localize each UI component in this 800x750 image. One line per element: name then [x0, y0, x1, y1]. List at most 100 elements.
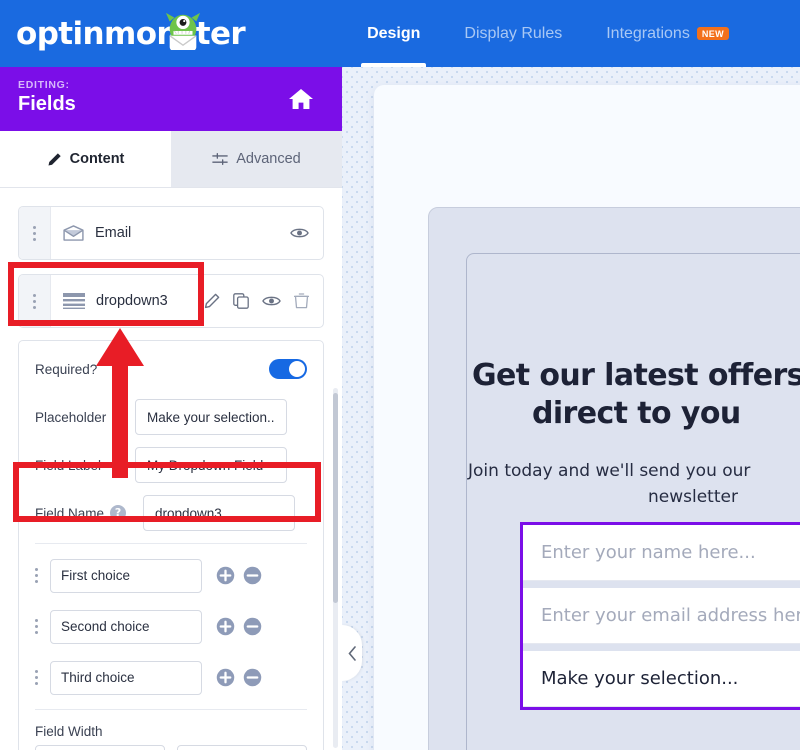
plus-circle-icon[interactable] — [216, 668, 235, 687]
preview-field-email-button[interactable] — [290, 226, 309, 240]
duplicate-field-dropdown3-button[interactable] — [233, 293, 249, 309]
placeholder-input[interactable] — [135, 399, 287, 435]
sidebar-scrollbar-thumb[interactable] — [333, 393, 338, 603]
field-row-email[interactable]: Email — [18, 206, 324, 260]
monster-mascot-icon — [165, 12, 201, 50]
nav-tab-integrations[interactable]: Integrations NEW — [584, 0, 751, 67]
home-icon[interactable] — [288, 87, 314, 111]
nav-tab-design-label: Design — [367, 24, 421, 42]
choice-row-1 — [19, 550, 323, 601]
optin-email-input-placeholder: Enter your email address here... — [541, 605, 800, 626]
plus-circle-icon[interactable] — [216, 617, 235, 636]
setting-field-label-label: Field Label — [35, 457, 102, 473]
setting-field-name-text: Field Name — [35, 505, 105, 521]
choices-divider — [35, 709, 307, 710]
minus-circle-icon[interactable] — [243, 668, 262, 687]
sidebar-collapse-handle[interactable] — [342, 625, 362, 681]
chevron-left-icon — [347, 645, 356, 661]
minus-circle-icon[interactable] — [243, 617, 262, 636]
preview-field-dropdown3-button[interactable] — [262, 294, 281, 308]
setting-field-name: Field Name ? — [19, 489, 323, 537]
choice-actions-2 — [216, 617, 262, 636]
field-name-input[interactable] — [143, 495, 295, 531]
envelope-icon — [63, 225, 84, 241]
dropdown-list-icon — [63, 293, 85, 309]
choice-row-2 — [19, 601, 323, 652]
optin-name-input-placeholder: Enter your name here... — [541, 542, 756, 563]
editing-header: EDITING: Fields — [0, 67, 342, 131]
sidebar-tabs: Content Advanced — [0, 131, 342, 188]
optin-subheadline[interactable]: Join today and we'll send you our newsle… — [468, 459, 800, 510]
setting-placeholder: Placeholder — [19, 393, 323, 441]
optin-sub-line1: Join today and we'll send you our — [468, 461, 751, 481]
toggle-knob — [289, 361, 305, 377]
optin-headline[interactable]: Get our latest offers direct to you — [472, 357, 800, 434]
choice-actions-1 — [216, 566, 262, 585]
minus-circle-icon[interactable] — [243, 566, 262, 585]
settings-divider — [35, 543, 307, 544]
choice-row-3 — [19, 652, 323, 703]
drag-dots-icon — [33, 293, 36, 309]
drag-handle-email[interactable] — [19, 207, 51, 259]
setting-field-name-label: Field Name ? — [35, 505, 143, 521]
fields-settings-panel: Email dropdown3 Required? Placeholder Ma… — [0, 188, 342, 750]
dropdown-field-settings: Required? Placeholder Field Label Field … — [18, 340, 324, 750]
nav-tab-design[interactable]: Design — [345, 0, 442, 67]
optin-sub-line2: newsletter — [648, 486, 738, 507]
pencil-icon — [48, 152, 61, 165]
main-nav: Design Display Rules Integrations NEW — [345, 0, 751, 67]
optinmonster-campaign-editor: optinmonster Design Display Rules Integr… — [0, 0, 800, 750]
editor-sidebar: EDITING: Fields Content Advanced Email d… — [0, 67, 342, 750]
required-toggle[interactable] — [269, 359, 307, 379]
drag-dots-icon — [33, 225, 36, 241]
optin-dropdown-select[interactable]: Make your selection... — [523, 651, 800, 707]
setting-field-label: Field Label — [19, 441, 323, 489]
field-label-input[interactable] — [135, 447, 287, 483]
optin-fields-block-selected[interactable]: Enter your name here... Enter your email… — [520, 522, 800, 710]
field-row-email-label: Email — [95, 225, 132, 241]
brand-logo-text: optinmonster — [16, 12, 246, 52]
optin-dropdown-select-value: Make your selection... — [541, 668, 739, 689]
campaign-preview-canvas[interactable]: Get our latest offers direct to you Join… — [342, 67, 800, 750]
sliders-icon — [212, 152, 229, 165]
drag-dots-icon[interactable] — [35, 670, 38, 685]
field-row-dropdown3-actions — [204, 293, 323, 309]
optin-email-input[interactable]: Enter your email address here... — [523, 588, 800, 644]
tab-content[interactable]: Content — [0, 131, 171, 187]
brand-logo-label: optinmonster — [16, 15, 246, 52]
edit-field-dropdown3-button[interactable] — [204, 293, 220, 309]
optin-headline-line1: Get our latest offers — [472, 358, 800, 393]
choice-actions-3 — [216, 668, 262, 687]
field-row-dropdown3-label: dropdown3 — [96, 293, 168, 309]
field-width-label: Field Width — [35, 724, 103, 739]
tab-advanced-label: Advanced — [236, 151, 301, 167]
tab-advanced[interactable]: Advanced — [171, 131, 342, 187]
tab-content-label: Content — [69, 151, 125, 167]
brand-logo[interactable]: optinmonster — [16, 12, 246, 52]
setting-placeholder-label: Placeholder — [35, 409, 107, 425]
delete-field-dropdown3-button[interactable] — [294, 293, 309, 309]
top-navigation-bar: optinmonster Design Display Rules Integr… — [0, 0, 800, 67]
drag-dots-icon[interactable] — [35, 568, 38, 583]
optin-name-input[interactable]: Enter your name here... — [523, 525, 800, 581]
setting-required: Required? — [19, 345, 323, 393]
field-width-options: 1/2 1/2 — [19, 745, 323, 750]
edit-field-email-button[interactable] — [261, 225, 277, 241]
drag-handle-dropdown3[interactable] — [19, 275, 51, 327]
field-width-option-2[interactable]: 1/2 — [177, 745, 307, 750]
choice-input-3[interactable] — [50, 660, 202, 695]
field-width-option-1[interactable]: 1/2 — [35, 745, 165, 750]
field-row-email-actions — [261, 225, 323, 241]
drag-dots-icon[interactable] — [35, 619, 38, 634]
nav-tab-display-rules[interactable]: Display Rules — [442, 0, 584, 67]
nav-tab-display-rules-label: Display Rules — [464, 24, 563, 42]
nav-tab-integrations-label: Integrations — [606, 24, 690, 42]
choice-input-2[interactable] — [50, 609, 202, 644]
setting-required-label: Required? — [35, 361, 98, 377]
new-badge: NEW — [696, 27, 730, 40]
optin-headline-line2: direct to you — [532, 396, 741, 432]
choice-input-1[interactable] — [50, 558, 202, 593]
question-mark-icon[interactable]: ? — [110, 505, 127, 521]
plus-circle-icon[interactable] — [216, 566, 235, 585]
field-row-dropdown3[interactable]: dropdown3 — [18, 274, 324, 328]
